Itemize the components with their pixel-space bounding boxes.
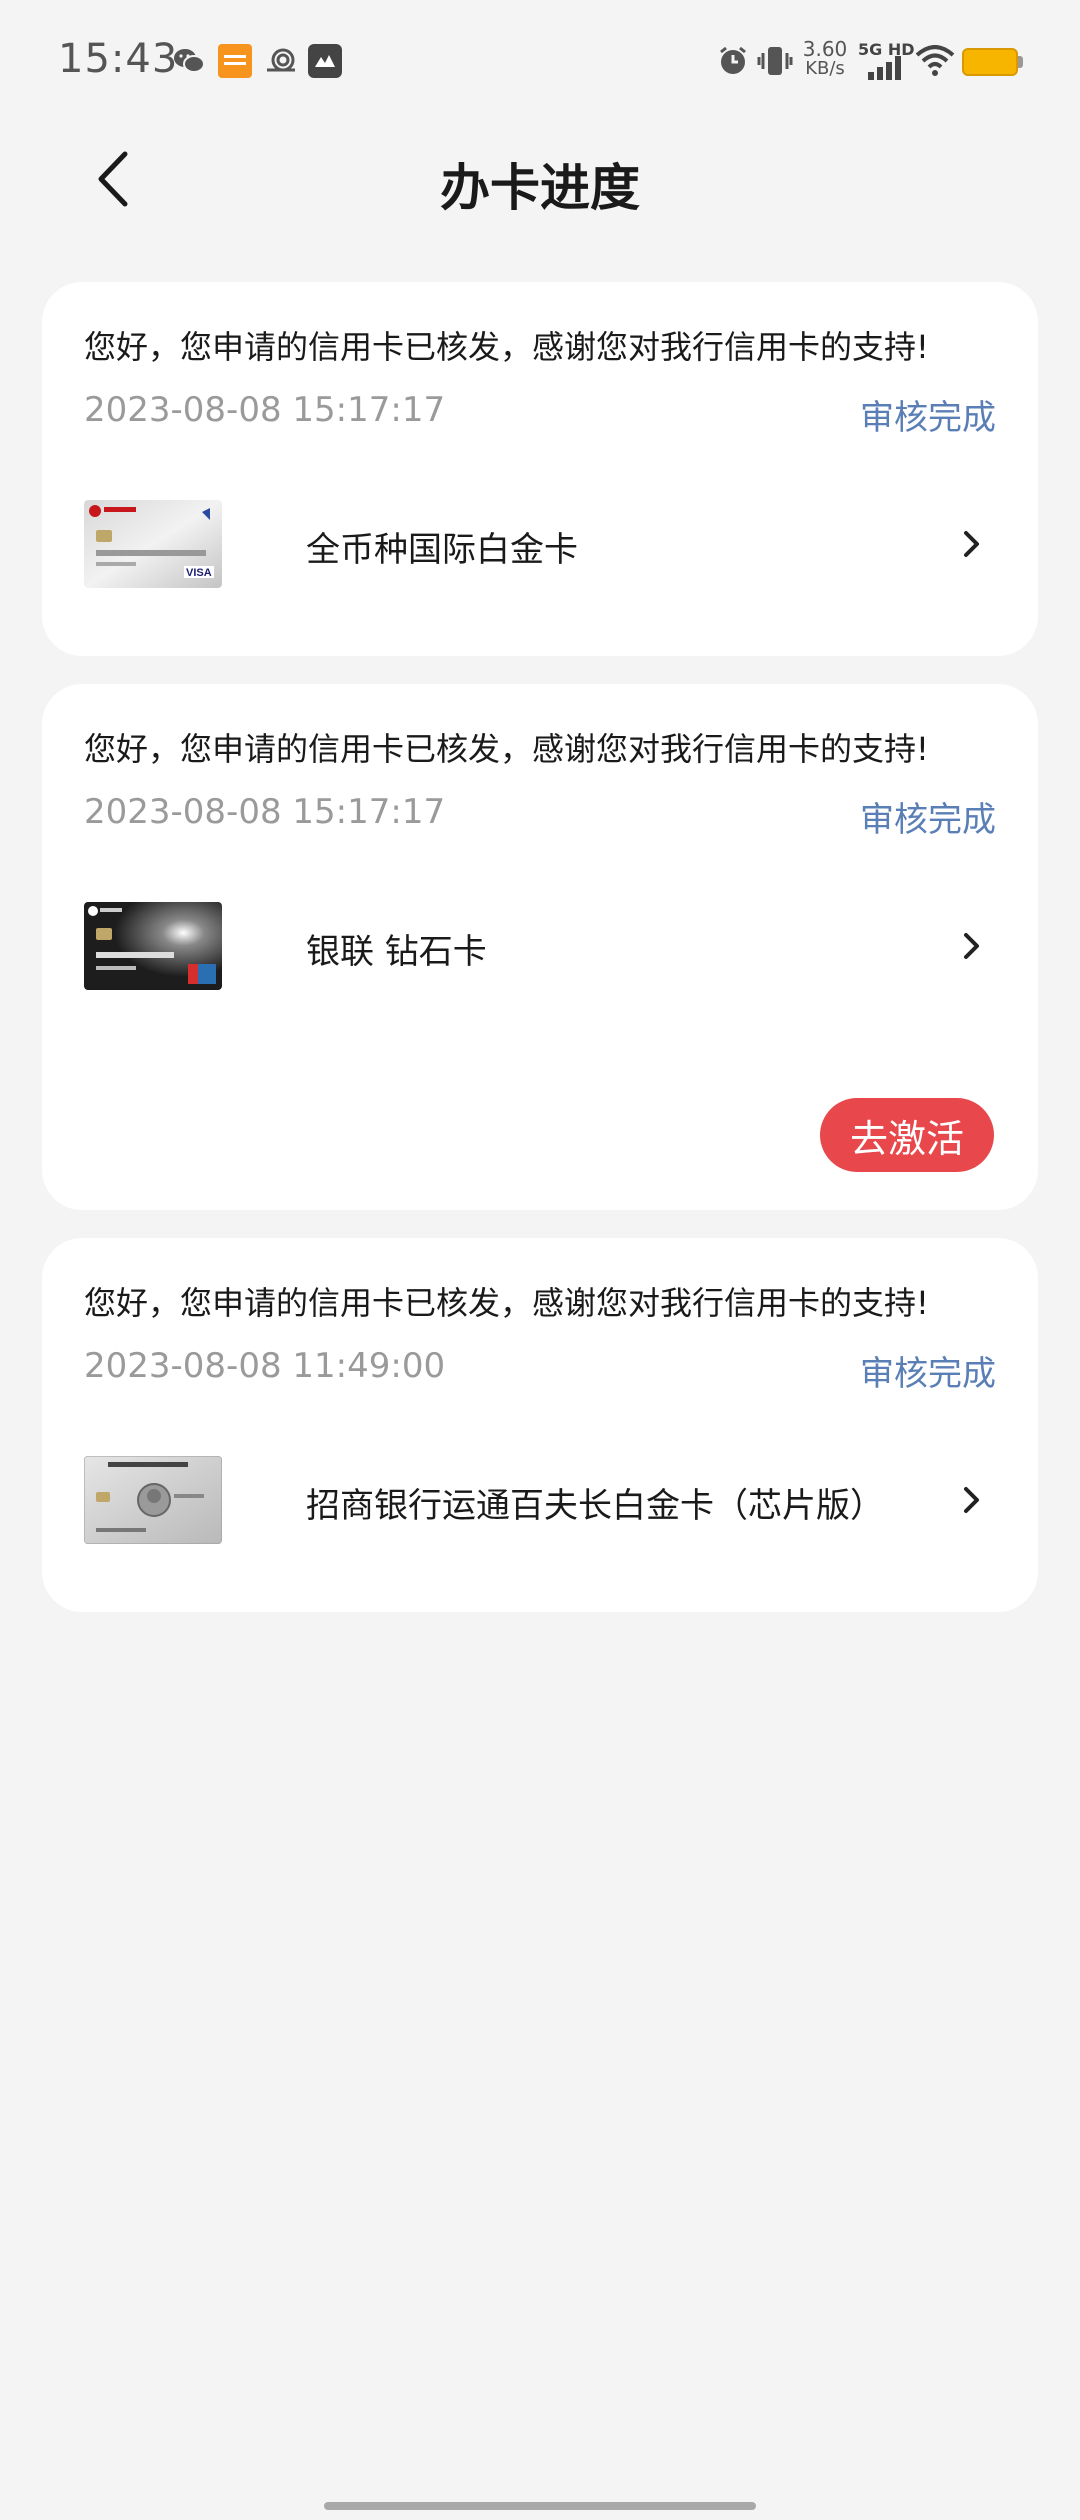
wifi-icon	[914, 42, 956, 80]
card-name: 全币种国际白金卡	[306, 530, 578, 570]
card-status: 审核完成	[860, 398, 996, 438]
status-bar: 15:43 3.60 KB/s 5G HD	[0, 0, 1080, 120]
card-status: 审核完成	[860, 800, 996, 840]
card-name: 银联 钻石卡	[306, 932, 487, 972]
card-message: 您好，您申请的信用卡已核发，感谢您对我行信用卡的支持!	[84, 1284, 929, 1322]
speed-value: 3.60	[802, 37, 848, 61]
chevron-right-icon	[952, 1480, 992, 1520]
network-speed: 3.60 KB/s	[800, 37, 850, 79]
svg-text:VISA: VISA	[186, 567, 212, 579]
card-date: 2023-08-08 15:17:17	[84, 390, 446, 430]
vibrate-icon	[756, 42, 794, 80]
taobao-icon	[218, 44, 252, 78]
status-time: 15:43	[58, 36, 179, 82]
application-card-2: 您好，您申请的信用卡已核发，感谢您对我行信用卡的支持! 2023-08-08 1…	[42, 684, 1038, 1210]
mail-app-icon	[308, 44, 342, 78]
signal-icon	[860, 56, 906, 80]
snail-icon	[264, 44, 298, 78]
chevron-right-icon	[952, 524, 992, 564]
application-card-3: 您好，您申请的信用卡已核发，感谢您对我行信用卡的支持! 2023-08-08 1…	[42, 1238, 1038, 1612]
card-date: 2023-08-08 11:49:00	[84, 1346, 446, 1386]
header: 办卡进度	[0, 130, 1080, 230]
battery-tip	[1018, 56, 1023, 68]
wechat-icon	[172, 44, 206, 78]
card-message: 您好，您申请的信用卡已核发，感谢您对我行信用卡的支持!	[84, 328, 929, 366]
card-status: 审核完成	[860, 1354, 996, 1394]
speed-unit: KB/s	[805, 58, 845, 79]
application-card-1: 您好，您申请的信用卡已核发，感谢您对我行信用卡的支持! 2023-08-08 1…	[42, 282, 1038, 656]
black-diamond-card-image	[84, 902, 222, 990]
silver-visa-card-image: VISA	[84, 500, 222, 588]
battery-icon	[962, 48, 1018, 76]
alarm-icon	[716, 42, 750, 80]
card-detail-row[interactable]: 招商银行运通百夫长白金卡（芯片版）	[84, 1456, 996, 1546]
card-name: 招商银行运通百夫长白金卡（芯片版）	[306, 1486, 884, 1526]
card-detail-row[interactable]: VISA 全币种国际白金卡	[84, 500, 996, 590]
card-message: 您好，您申请的信用卡已核发，感谢您对我行信用卡的支持!	[84, 730, 929, 768]
amex-platinum-card-image	[84, 1456, 222, 1544]
chevron-right-icon	[952, 926, 992, 966]
card-detail-row[interactable]: 银联 钻石卡	[84, 902, 996, 992]
card-date: 2023-08-08 15:17:17	[84, 792, 446, 832]
page-title: 办卡进度	[440, 159, 640, 217]
activate-button[interactable]: 去激活	[820, 1098, 994, 1172]
home-indicator[interactable]	[324, 2502, 756, 2510]
